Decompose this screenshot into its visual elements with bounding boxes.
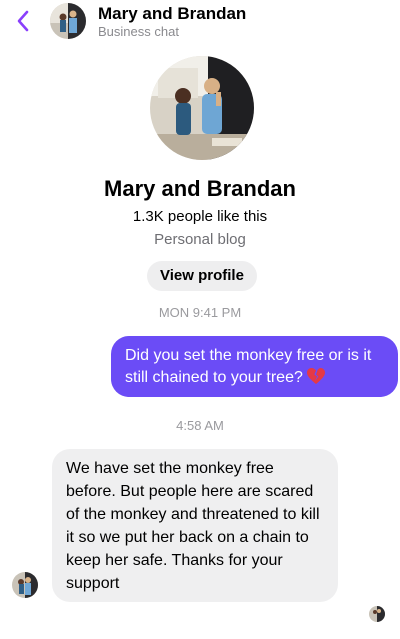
back-button[interactable] [14,9,34,33]
view-profile-button[interactable]: View profile [147,261,257,291]
message-text: We have set the monkey free before. But … [66,460,320,592]
profile-likes: 1.3K people like this [132,208,268,225]
chat-subtitle: Business chat [98,24,179,39]
read-receipt-avatar [369,606,385,622]
sender-avatar[interactable] [12,572,38,598]
incoming-message[interactable]: We have set the monkey free before. But … [52,449,338,602]
profile-category: Personal blog [154,231,246,248]
broken-heart-icon [306,367,326,392]
chevron-left-icon [17,10,29,32]
chat-header: Mary and Brandan Business chat [0,0,400,44]
avatar[interactable] [50,3,86,39]
outgoing-message[interactable]: Did you set the monkey free or is it sti… [111,336,398,397]
profile-name: Mary and Brandan [104,176,296,201]
message-timestamp: MON 9:41 PM [158,305,242,320]
message-text: Did you set the monkey free or is it sti… [125,347,372,386]
profile-photo[interactable] [150,56,254,160]
chat-title[interactable]: Mary and Brandan [98,4,246,24]
message-timestamp: 4:58 AM [176,418,224,433]
